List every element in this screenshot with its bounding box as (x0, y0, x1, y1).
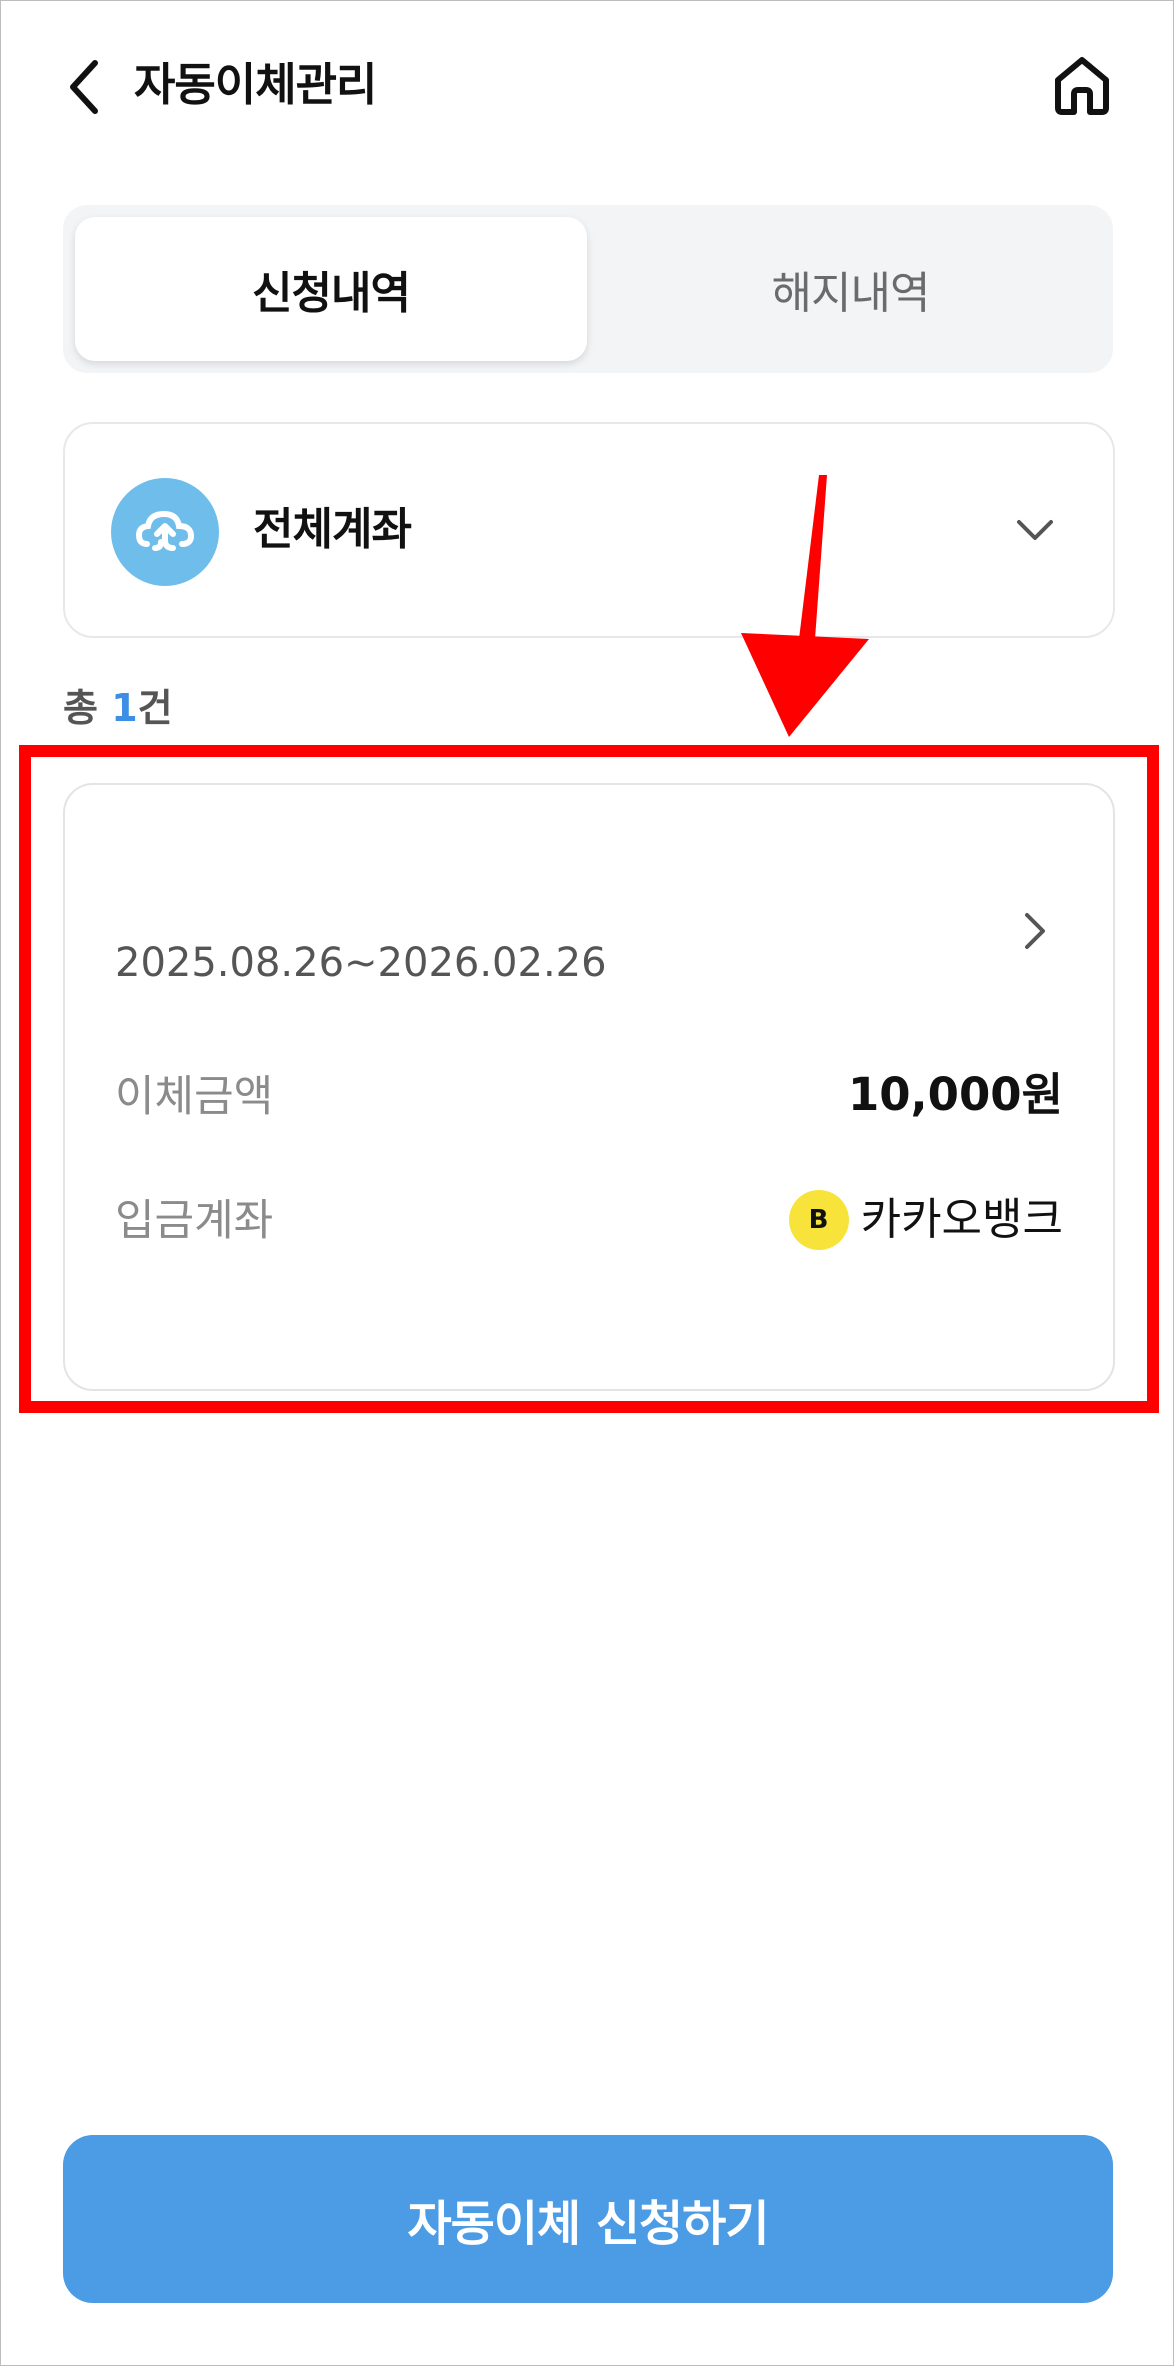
page-title: 자동이체관리 (134, 58, 377, 111)
back-button[interactable] (59, 55, 107, 119)
count-number: 1 (111, 686, 138, 730)
chevron-left-icon (70, 60, 98, 114)
tab-switcher: 신청내역 해지내역 (63, 205, 1113, 373)
tab-applied[interactable]: 신청내역 (75, 217, 587, 361)
account-selector-label: 전체계좌 (253, 504, 412, 555)
account-dropdown[interactable]: 전체계좌 (63, 422, 1115, 638)
apply-auto-transfer-button[interactable]: 자동이체 신청하기 (63, 2135, 1113, 2303)
app-screen: 자동이체관리 신청내역 해지내역 전체계좌 총 1건 2025.08.26~20… (0, 0, 1174, 2366)
count-suffix: 건 (137, 686, 173, 730)
result-count: 총 1건 (63, 681, 173, 735)
home-button[interactable] (1047, 51, 1117, 119)
chevron-down-icon (1005, 502, 1065, 558)
cloud-swap-icon (111, 478, 219, 586)
count-prefix: 총 (63, 686, 98, 730)
annotation-highlight-box (19, 745, 1159, 1413)
home-icon (1055, 57, 1109, 115)
tab-cancelled[interactable]: 해지내역 (598, 217, 1103, 361)
annotation-arrow-icon (741, 475, 869, 737)
